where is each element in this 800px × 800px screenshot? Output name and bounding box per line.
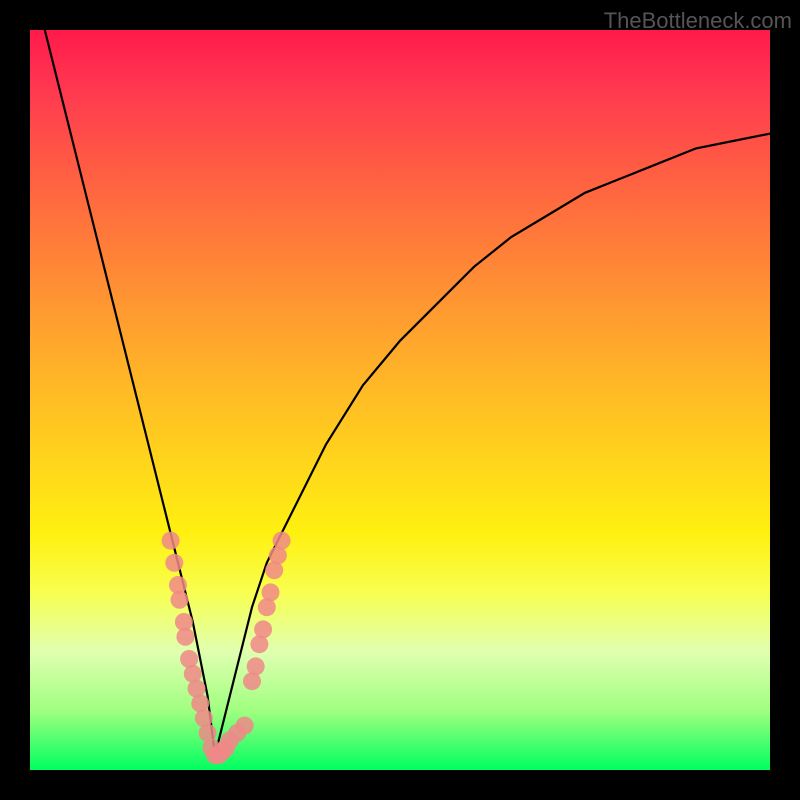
bottleneck-curve — [45, 30, 770, 755]
chart-plot-area — [30, 30, 770, 770]
data-markers — [162, 532, 291, 765]
chart-svg — [30, 30, 770, 770]
watermark-label: TheBottleneck.com — [604, 8, 792, 34]
